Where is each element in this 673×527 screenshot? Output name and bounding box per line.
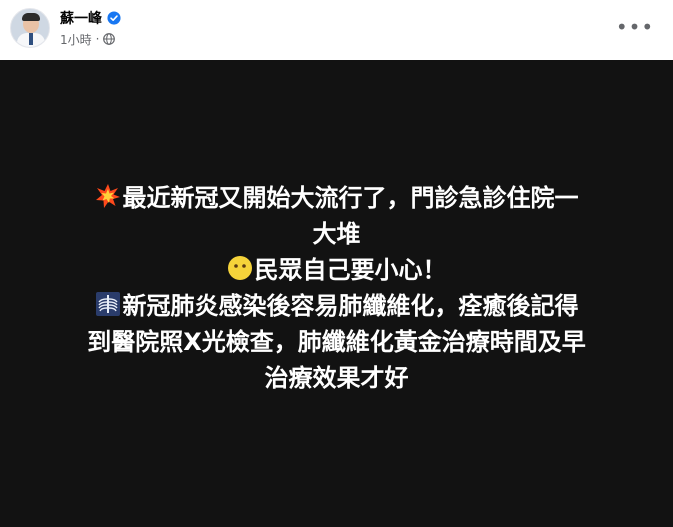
post-header: 蘇一峰 1小時 · ••• [0, 0, 673, 60]
post-timestamp[interactable]: 1小時 [60, 31, 92, 48]
x-ray-emoji [95, 292, 120, 316]
text-line-6: 治療效果才好 [264, 364, 409, 392]
verified-badge-icon [107, 11, 121, 25]
text-line-1: 最近新冠又開始大流行了，門診急診住院一 [0, 180, 673, 216]
text-line-4: 新冠肺炎感染後容易肺纖維化，痊癒後記得 [0, 288, 673, 324]
collision-emoji [95, 184, 120, 208]
post-image[interactable]: 最近新冠又開始大流行了，門診急診住院一 大堆 民眾自己要小心！ 新冠肺炎感染後容… [0, 60, 673, 527]
text-line-5: 到醫院照X光檢查，肺纖維化黃金治療時間及早 [87, 328, 586, 356]
face-without-mouth-emoji [227, 256, 252, 280]
author-name[interactable]: 蘇一峰 [60, 8, 102, 28]
text-line-3: 民眾自己要小心！ [0, 252, 673, 288]
text-line-3-content: 民眾自己要小心！ [254, 256, 447, 284]
author-avatar[interactable] [10, 8, 50, 48]
post-image-text: 最近新冠又開始大流行了，門診急診住院一 大堆 民眾自己要小心！ 新冠肺炎感染後容… [0, 180, 673, 396]
avatar-hair [22, 13, 40, 21]
meta-separator: · [95, 32, 100, 46]
author-row: 蘇一峰 [60, 9, 121, 27]
text-line-2: 大堆 [312, 220, 361, 248]
post-meta: 1小時 · [60, 31, 116, 48]
text-line-4-content: 新冠肺炎感染後容易肺纖維化，痊癒後記得 [122, 292, 579, 320]
globe-icon[interactable] [103, 33, 116, 45]
text-line-1-content: 最近新冠又開始大流行了，門診急診住院一 [122, 184, 579, 212]
more-options-icon: ••• [615, 15, 655, 39]
avatar-tie [29, 33, 33, 45]
more-options-button[interactable]: ••• [615, 13, 655, 41]
